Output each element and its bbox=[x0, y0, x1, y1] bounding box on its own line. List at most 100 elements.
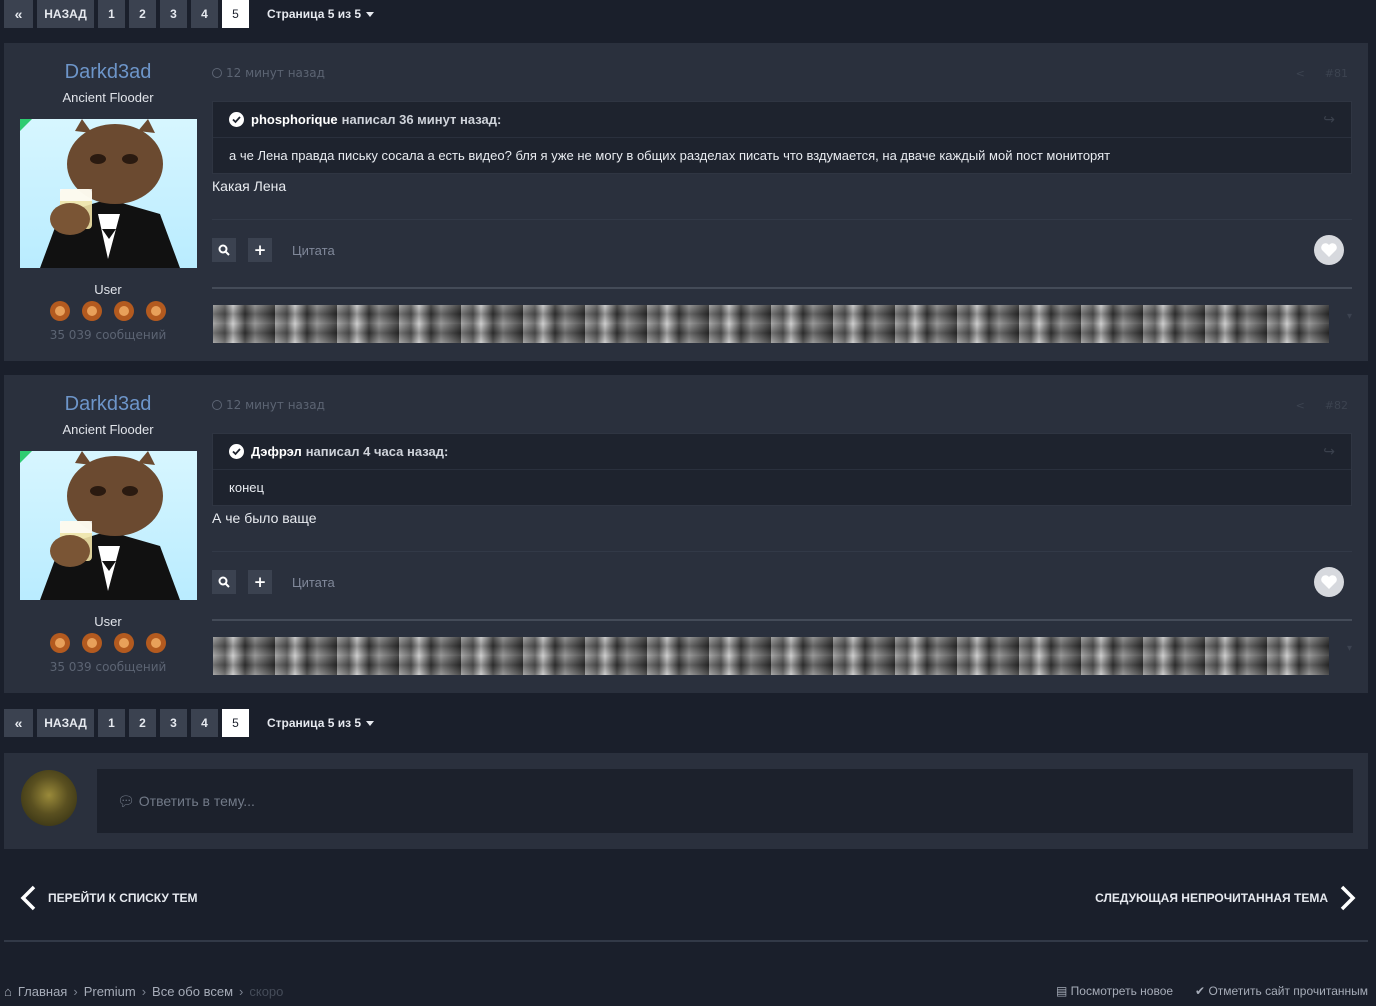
search-icon bbox=[218, 576, 230, 588]
post-time[interactable]: 12 минут назад bbox=[212, 398, 325, 412]
check-circle-icon bbox=[229, 112, 244, 127]
page-button-4[interactable]: 4 bbox=[191, 709, 218, 737]
post-content: А че было ваще bbox=[212, 510, 317, 526]
view-new-link[interactable]: ▤ Посмотреть новое bbox=[1056, 984, 1173, 998]
page-button-1[interactable]: 1 bbox=[98, 709, 125, 737]
avatar-cat-image bbox=[40, 451, 180, 600]
share-icon[interactable]: < bbox=[1296, 67, 1305, 80]
page-jump-dropdown[interactable]: Страница 5 из 5 bbox=[267, 7, 375, 21]
breadcrumb-item-home[interactable]: Главная bbox=[18, 984, 67, 999]
chevron-right-icon: › bbox=[239, 984, 244, 999]
like-button[interactable] bbox=[1314, 235, 1344, 265]
back-to-topics-link[interactable]: ПЕРЕЙТИ К СПИСКУ ТЕМ bbox=[20, 885, 198, 911]
signature-options-icon[interactable]: ▾ bbox=[1347, 643, 1352, 654]
divider bbox=[212, 219, 1352, 220]
chevron-left-icon bbox=[20, 885, 36, 911]
search-button[interactable] bbox=[212, 570, 236, 594]
avatar-cat-image bbox=[40, 119, 180, 268]
signature-image bbox=[213, 637, 1329, 675]
author-panel: Darkd3ad Ancient Flooder User 35 039 соо… bbox=[4, 375, 212, 693]
page-button-2[interactable]: 2 bbox=[129, 0, 156, 28]
page-button-1[interactable]: 1 bbox=[98, 0, 125, 28]
rank-badge-icon bbox=[114, 301, 134, 321]
post: Darkd3ad Ancient Flooder User 35 039 соо… bbox=[4, 375, 1368, 693]
breadcrumb-item-forum[interactable]: Все обо всем bbox=[152, 984, 233, 999]
search-icon bbox=[218, 244, 230, 256]
rank-badges bbox=[46, 631, 170, 655]
prev-page-button[interactable]: НАЗАД bbox=[37, 709, 94, 737]
author-group: User bbox=[94, 282, 122, 297]
post-time[interactable]: 12 минут назад bbox=[212, 66, 325, 80]
mark-read-label: Отметить сайт прочитанным bbox=[1208, 984, 1368, 998]
online-indicator bbox=[20, 451, 32, 463]
comment-icon: 💬︎ bbox=[117, 792, 135, 809]
post-actions: < #81 bbox=[1296, 67, 1348, 80]
page-jump-dropdown[interactable]: Страница 5 из 5 bbox=[267, 716, 375, 730]
avatar[interactable] bbox=[20, 451, 197, 600]
page-button-5[interactable]: 5 bbox=[222, 0, 249, 28]
signature-divider bbox=[212, 619, 1352, 621]
multiquote-button[interactable]: + bbox=[248, 570, 272, 594]
quote-author[interactable]: phosphorique bbox=[251, 112, 338, 127]
post-number[interactable]: #81 bbox=[1325, 67, 1348, 80]
post-time-label: 12 минут назад bbox=[226, 66, 325, 80]
first-page-button[interactable]: « bbox=[4, 0, 33, 28]
go-to-quote-icon[interactable]: ↪ bbox=[1323, 444, 1335, 460]
quote-button[interactable]: Цитата bbox=[292, 243, 335, 258]
search-button[interactable] bbox=[212, 238, 236, 262]
plus-icon: + bbox=[253, 573, 267, 591]
rank-badge-icon bbox=[146, 633, 166, 653]
online-indicator bbox=[20, 119, 32, 131]
quote-author[interactable]: Дэфрэл bbox=[251, 444, 302, 459]
post-content: Какая Лена bbox=[212, 178, 287, 194]
chevron-right-icon: › bbox=[73, 984, 78, 999]
next-unread-label: СЛЕДУЮЩАЯ НЕПРОЧИТАННАЯ ТЕМА bbox=[1095, 891, 1328, 905]
mark-read-link[interactable]: ✔ Отметить сайт прочитанным bbox=[1195, 984, 1368, 998]
page-button-2[interactable]: 2 bbox=[129, 709, 156, 737]
reply-input[interactable]: 💬︎ Ответить в тему... bbox=[97, 769, 1353, 833]
like-button[interactable] bbox=[1314, 567, 1344, 597]
clock-icon bbox=[212, 68, 222, 78]
signature-options-icon[interactable]: ▾ bbox=[1347, 311, 1352, 322]
first-page-button[interactable]: « bbox=[4, 709, 33, 737]
reply-placeholder: Ответить в тему... bbox=[138, 793, 255, 809]
page-button-3[interactable]: 3 bbox=[160, 709, 187, 737]
page-button-3[interactable]: 3 bbox=[160, 0, 187, 28]
heart-icon bbox=[1321, 575, 1337, 589]
author-name-link[interactable]: Darkd3ad bbox=[4, 393, 212, 416]
quote-button[interactable]: Цитата bbox=[292, 575, 335, 590]
rank-badge-icon bbox=[50, 633, 70, 653]
author-panel: Darkd3ad Ancient Flooder User 35 039 соо… bbox=[4, 43, 212, 361]
post-number[interactable]: #82 bbox=[1325, 399, 1348, 412]
current-user-avatar[interactable] bbox=[21, 770, 77, 826]
footer-links: ▤ Посмотреть новое ✔ Отметить сайт прочи… bbox=[1056, 984, 1368, 998]
chevron-right-icon: › bbox=[141, 984, 147, 999]
post: Darkd3ad Ancient Flooder User 35 039 соо… bbox=[4, 43, 1368, 361]
share-icon[interactable]: < bbox=[1296, 399, 1305, 412]
home-icon: ⌂ bbox=[4, 984, 12, 999]
rank-badge-icon bbox=[50, 301, 70, 321]
multiquote-button[interactable]: + bbox=[248, 238, 272, 262]
page-button-4[interactable]: 4 bbox=[191, 0, 218, 28]
divider bbox=[212, 551, 1352, 552]
quote-header: phosphorique написал 36 минут назад: bbox=[213, 102, 1351, 138]
author-name-link[interactable]: Darkd3ad bbox=[4, 61, 212, 84]
signature-image bbox=[213, 305, 1329, 343]
next-unread-link[interactable]: СЛЕДУЮЩАЯ НЕПРОЧИТАННАЯ ТЕМА bbox=[1095, 885, 1356, 911]
rank-badge-icon bbox=[114, 633, 134, 653]
double-chevron-left-icon: « bbox=[14, 6, 23, 22]
prev-page-button[interactable]: НАЗАД bbox=[37, 0, 94, 28]
go-to-quote-icon[interactable]: ↪ bbox=[1323, 112, 1335, 128]
breadcrumb-item-premium[interactable]: Premium bbox=[84, 984, 136, 999]
quote-body: а че Лена правда письку сосала а есть ви… bbox=[229, 148, 1111, 163]
page-button-5[interactable]: 5 bbox=[222, 709, 249, 737]
quote-block: Дэфрэл написал 4 часа назад: конец ↪ bbox=[212, 433, 1352, 506]
quote-body: конец bbox=[229, 480, 264, 495]
avatar[interactable] bbox=[20, 119, 197, 268]
author-post-count: 35 039 сообщений bbox=[49, 328, 167, 342]
page-info-label: Страница 5 из 5 bbox=[267, 716, 362, 730]
divider bbox=[4, 940, 1368, 942]
breadcrumb-item-topic[interactable]: скоро bbox=[249, 984, 283, 999]
rank-badge-icon bbox=[146, 301, 166, 321]
clock-icon bbox=[212, 400, 222, 410]
